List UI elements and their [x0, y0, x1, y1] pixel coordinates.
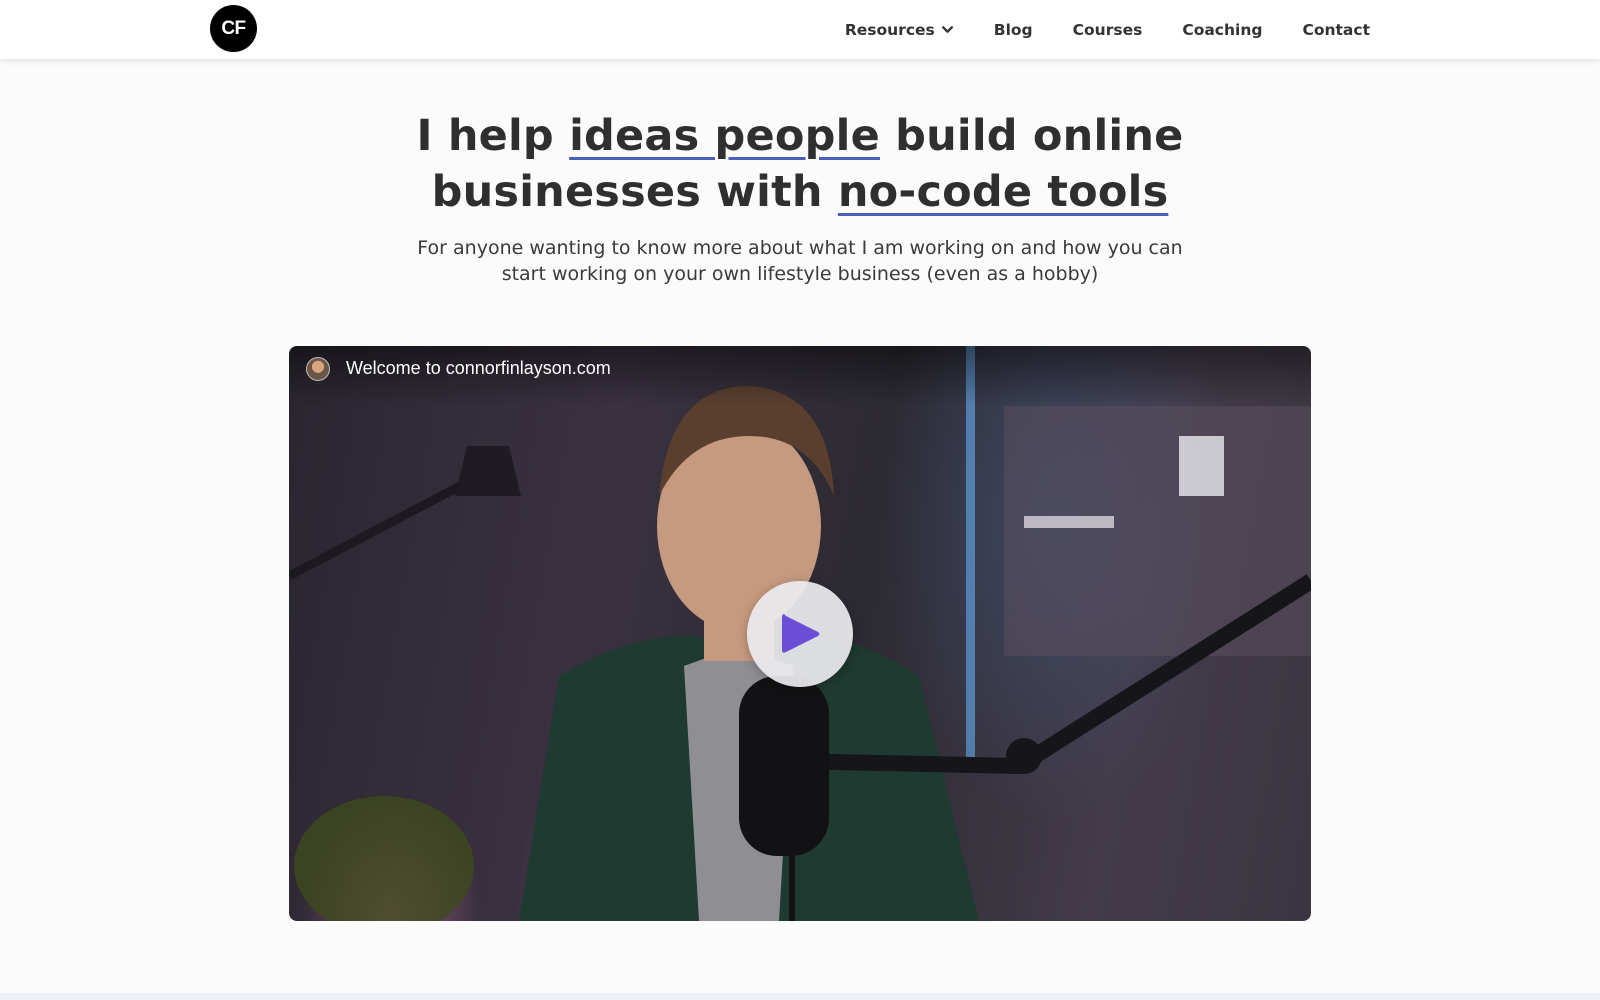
video-title[interactable]: Welcome to connorfinlayson.com	[346, 358, 611, 379]
hero-highlight-no-code-tools: no-code tools	[837, 167, 1169, 217]
site-logo[interactable]: CF	[210, 5, 257, 52]
play-button[interactable]	[747, 581, 853, 687]
main-nav: Resources Blog Courses Coaching Contact	[845, 0, 1370, 59]
nav-contact[interactable]: Contact	[1302, 21, 1370, 39]
nav-coaching[interactable]: Coaching	[1182, 21, 1262, 39]
hero-title-text: build online	[879, 111, 1184, 161]
hero-highlight-ideas-people: ideas people	[569, 111, 880, 161]
channel-avatar[interactable]	[306, 357, 330, 381]
nav-courses[interactable]: Courses	[1073, 21, 1143, 39]
hero-title-text: businesses with	[431, 167, 838, 217]
nav-blog[interactable]: Blog	[994, 21, 1033, 39]
play-icon	[782, 614, 820, 653]
section-divider	[0, 993, 1600, 1000]
hero-title-text: I help	[416, 111, 570, 161]
hero-title: I help ideas people build online busines…	[0, 108, 1600, 220]
chevron-down-icon	[941, 26, 953, 33]
nav-resources-label: Resources	[844, 20, 935, 39]
intro-video[interactable]: Welcome to connorfinlayson.com	[289, 346, 1311, 921]
nav-resources[interactable]: Resources	[845, 21, 954, 39]
site-header: CF Resources Blog Courses Coaching Conta…	[0, 0, 1600, 59]
hero-subtitle: For anyone wanting to know more about wh…	[417, 237, 1183, 285]
